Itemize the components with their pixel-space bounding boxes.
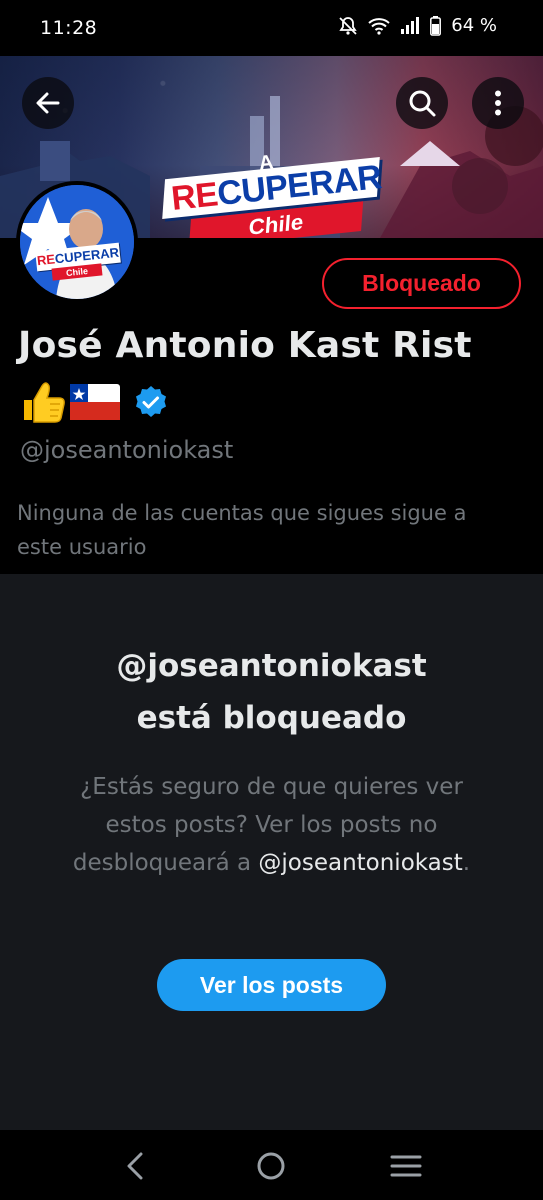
display-name: José Antonio Kast Rist: [18, 325, 472, 366]
profile-handle: @joseantoniokast: [20, 436, 234, 464]
search-icon: [409, 90, 436, 117]
blocked-notice-description: ¿Estás seguro de que quieres ver estos p…: [72, 774, 471, 876]
more-vertical-icon: [495, 90, 501, 116]
view-posts-button[interactable]: Ver los posts: [157, 959, 386, 1011]
blocked-title-handle: @joseantoniokast: [116, 648, 427, 684]
name-emojis: [20, 380, 168, 428]
nav-recents-icon: [390, 1155, 422, 1177]
blocked-notice-title: @joseantoniokast está bloqueado: [0, 640, 543, 744]
nav-recents-button[interactable]: [386, 1146, 426, 1186]
blocked-title-status: está bloqueado: [136, 700, 407, 736]
thumbs-up-emoji: [20, 380, 66, 428]
banner-logo: A RECUPERAR Chile: [162, 151, 383, 238]
back-arrow-icon: [36, 92, 60, 114]
back-button[interactable]: [22, 77, 74, 129]
chile-flag-emoji: [70, 384, 120, 424]
blocked-button[interactable]: Bloqueado: [322, 258, 521, 309]
signal-icon: [400, 16, 420, 35]
nav-back-button[interactable]: [115, 1146, 155, 1186]
status-time: 11:28: [40, 17, 98, 39]
battery-percent: 64 %: [451, 15, 497, 36]
battery-icon: [430, 15, 442, 36]
status-icons: 64 %: [338, 15, 497, 36]
notifications-off-icon: [338, 16, 358, 36]
blocked-description-handle: @joseantoniokast: [258, 850, 463, 876]
verified-badge-icon[interactable]: [134, 385, 168, 423]
nav-home-icon: [257, 1152, 285, 1180]
avatar[interactable]: RECUPERAR Chile: [16, 181, 138, 303]
followers-you-know-note: Ninguna de las cuentas que sigues sigue …: [17, 501, 467, 559]
status-bar: 11:28 64 %: [0, 0, 543, 56]
nav-back-icon: [127, 1152, 143, 1180]
search-button[interactable]: [396, 77, 448, 129]
avatar-image: RECUPERAR Chile: [20, 185, 134, 299]
system-navigation-bar: [0, 1130, 543, 1200]
wifi-icon: [368, 17, 390, 35]
more-options-button[interactable]: [472, 77, 524, 129]
nav-home-button[interactable]: [251, 1146, 291, 1186]
